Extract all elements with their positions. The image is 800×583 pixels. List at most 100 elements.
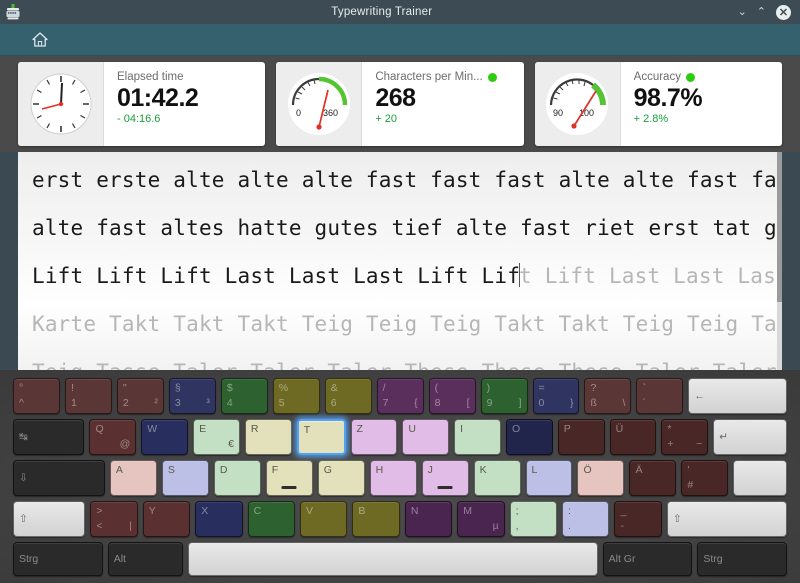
key-enter-lower[interactable]	[733, 460, 788, 496]
key-shift-left[interactable]: ⇧	[13, 501, 86, 537]
key-l[interactable]: L	[525, 460, 573, 496]
key-tab[interactable]: ↹	[13, 419, 85, 455]
key-2[interactable]: " 2 ²	[116, 378, 164, 414]
key-circumflex[interactable]: ° ^	[13, 378, 60, 414]
key-v[interactable]: V	[300, 501, 348, 537]
close-button[interactable]: ✕	[776, 4, 791, 20]
key-label: Strg	[19, 552, 39, 565]
key-label-lower: 3	[174, 396, 181, 409]
key-f[interactable]: F	[265, 460, 313, 496]
key-n[interactable]: N	[404, 501, 453, 537]
key-label-upper: G	[323, 464, 332, 476]
key-a[interactable]: A	[109, 460, 157, 496]
key-label-altgr: ]	[518, 396, 522, 409]
maximize-button[interactable]: ⌃	[757, 6, 766, 18]
key-label-upper: R	[250, 423, 259, 435]
key-label-lower: 2	[122, 396, 129, 409]
stat-card-body: Characters per Min... 268 + 20	[362, 62, 523, 146]
key-label-upper: A	[115, 464, 123, 476]
key-t[interactable]: T	[296, 419, 346, 455]
key-m[interactable]: Mµ	[457, 501, 505, 537]
key-4[interactable]: $4	[220, 378, 268, 414]
key-label-lower: ´	[642, 396, 646, 409]
stat-delta: + 2.8%	[633, 113, 669, 125]
key-hash[interactable]: ' #	[681, 460, 729, 496]
key-9[interactable]: ) 9]	[480, 378, 528, 414]
key-ctrl-left[interactable]: Strg	[13, 542, 103, 576]
key-shift-right[interactable]: ⇧	[666, 501, 787, 537]
text-lines[interactable]: erst erste alte alte alte fast fast fast…	[18, 152, 782, 370]
key-z[interactable]: Z	[350, 419, 398, 455]
key-label: ⇧	[19, 512, 28, 525]
key-enter[interactable]: ↵	[713, 419, 787, 455]
key-h[interactable]: H	[369, 460, 417, 496]
key-3[interactable]: § 3 ³	[168, 378, 216, 414]
key-capslock[interactable]: ⇩	[13, 460, 105, 496]
stat-title: Accuracy	[633, 71, 681, 83]
key-p[interactable]: P	[557, 419, 605, 455]
key-eszett[interactable]: ? ß \	[584, 378, 632, 414]
key-space[interactable]	[188, 542, 598, 576]
key-o[interactable]: O	[505, 419, 553, 455]
key-acute[interactable]: ` ´	[636, 378, 684, 414]
key-s[interactable]: S	[161, 460, 209, 496]
minimize-button[interactable]: ⌄	[738, 6, 747, 18]
key-label-upper: &	[330, 382, 338, 394]
key-y[interactable]: Y	[142, 501, 191, 537]
key-b[interactable]: B	[352, 501, 400, 537]
vertical-scrollbar[interactable]	[777, 152, 782, 370]
key-q[interactable]: Q @	[89, 419, 137, 455]
key-r[interactable]: R	[244, 419, 292, 455]
key-i[interactable]: I	[454, 419, 501, 455]
home-icon[interactable]	[28, 28, 52, 52]
key-plus[interactable]: * + ~	[661, 419, 709, 455]
training-text-area[interactable]: erst erste alte alte alte fast fast fast…	[18, 152, 782, 370]
stat-title: Characters per Min...	[375, 71, 483, 83]
key-period[interactable]: :.	[562, 501, 610, 537]
key-less[interactable]: > < |	[90, 501, 138, 537]
key-label-lower: <	[96, 519, 103, 532]
virtual-keyboard[interactable]: ° ^! 1 " 2 ² § 3 ³ $4% 5 & 6/7{(8[) 9] = 0}? ß \ ` ´ ← ↹ Q @ W E €…	[0, 370, 800, 583]
key-0[interactable]: = 0}	[532, 378, 580, 414]
key-7[interactable]: / 7 {	[376, 378, 424, 414]
key-comma[interactable]: ;,	[509, 501, 558, 537]
key-odiaeresis[interactable]: Ö	[577, 460, 625, 496]
key-ctrl-right[interactable]: Strg	[697, 542, 788, 576]
text-line: Karte Takt Takt Takt Teig Teig Teig Takt…	[32, 300, 782, 348]
key-label-upper: H	[375, 464, 384, 476]
key-5[interactable]: % 5	[272, 378, 320, 414]
key-label-altgr: {	[414, 396, 418, 409]
key-k[interactable]: K	[473, 460, 521, 496]
scrollbar-thumb[interactable]	[777, 152, 782, 302]
stat-delta: + 20	[375, 113, 398, 125]
key-backspace[interactable]: ←	[688, 378, 788, 414]
key-label-lower: .	[568, 519, 571, 532]
key-u[interactable]: U	[402, 419, 450, 455]
gauge-min-label: 90	[553, 108, 563, 118]
key-label-upper: $	[226, 382, 233, 394]
key-1[interactable]: ! 1	[64, 378, 112, 414]
key-alt[interactable]: Alt	[107, 542, 184, 576]
key-label-lower: #	[687, 478, 694, 491]
key-label-upper: J	[427, 464, 433, 476]
key-8[interactable]: (8 [	[428, 378, 476, 414]
untyped-text: t Lift Last Last Last	[519, 264, 782, 288]
key-minus[interactable]: _ -	[614, 501, 662, 537]
key-adiaeresis[interactable]: Ä	[629, 460, 677, 496]
key-label-altgr: @	[119, 437, 131, 450]
key-j[interactable]: J	[421, 460, 469, 496]
key-6[interactable]: & 6	[324, 378, 372, 414]
stat-card-accuracy: 90 100 Accuracy 98.7% + 2.8%	[534, 62, 782, 146]
key-g[interactable]: G	[317, 460, 365, 496]
key-c[interactable]: C	[247, 501, 296, 537]
key-udiaeresis[interactable]: Ü	[609, 419, 657, 455]
key-label-upper: U	[408, 423, 416, 435]
key-w[interactable]: W	[141, 419, 189, 455]
key-e[interactable]: E €	[193, 419, 240, 455]
key-altgr[interactable]: Alt Gr	[602, 542, 693, 576]
key-label-upper: )	[486, 382, 491, 394]
key-x[interactable]: X	[195, 501, 243, 537]
key-label: ⇧	[672, 512, 682, 525]
key-d[interactable]: D	[213, 460, 261, 496]
key-label-lower: -	[620, 519, 624, 532]
